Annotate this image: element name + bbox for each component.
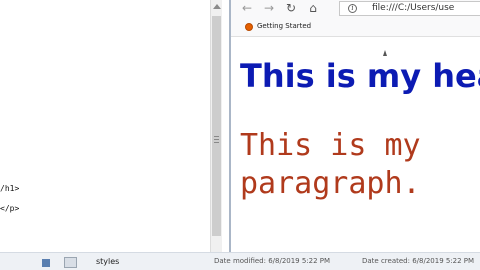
info-icon[interactable]: i <box>348 4 357 13</box>
scroll-up-arrow-icon[interactable] <box>213 4 221 9</box>
date-created: Date created: 6/8/2019 5:22 PM <box>362 257 475 265</box>
file-name[interactable]: styles <box>96 257 119 266</box>
page-heading: This is my hea <box>240 57 480 95</box>
pane-icon <box>42 259 50 267</box>
code-line-p-close: </p> <box>0 204 20 213</box>
forward-arrow-icon[interactable]: → <box>261 0 277 17</box>
bookmark-getting-started[interactable]: Getting Started <box>257 22 311 30</box>
mouse-cursor-icon <box>383 50 387 56</box>
editor-text-area[interactable]: /h1> </p> <box>0 0 210 252</box>
reload-icon[interactable]: ↻ <box>283 0 299 17</box>
bookmarks-toolbar: Getting Started <box>231 18 480 37</box>
address-bar[interactable]: i file:///C:/Users/use <box>339 1 480 16</box>
text-editor-window: /h1> </p> <box>0 0 222 252</box>
scrollbar-thumb[interactable] <box>212 16 221 236</box>
page-content: This is my hea This is my paragraph. <box>231 37 480 255</box>
file-icon <box>64 257 77 268</box>
code-line-h1-close: /h1> <box>0 184 20 193</box>
browser-toolbar: ← → ↻ ⌂ i file:///C:/Users/use <box>231 0 480 18</box>
url-text[interactable]: file:///C:/Users/use <box>372 2 454 15</box>
explorer-details-pane: styles Date modified: 6/8/2019 5:22 PM D… <box>0 252 480 270</box>
scrollbar-grip-icon <box>214 136 219 143</box>
editor-vertical-scrollbar[interactable] <box>210 0 222 252</box>
page-paragraph: This is my paragraph. <box>240 128 421 201</box>
date-modified: Date modified: 6/8/2019 5:22 PM <box>214 257 331 265</box>
firefox-icon <box>245 23 253 31</box>
home-icon[interactable]: ⌂ <box>305 0 321 17</box>
back-arrow-icon[interactable]: ← <box>239 0 255 17</box>
browser-window: ← → ↻ ⌂ i file:///C:/Users/use Getting S… <box>229 0 480 255</box>
